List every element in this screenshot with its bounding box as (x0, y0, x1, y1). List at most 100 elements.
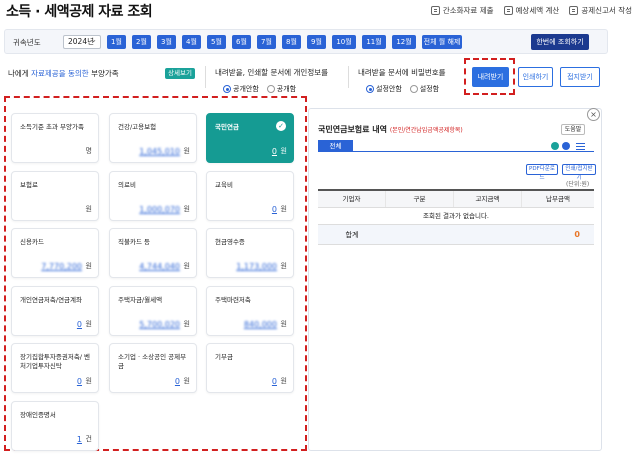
card-unit: 원 (85, 377, 92, 385)
link-simplified-submit[interactable]: 간소화자료 제출 (430, 5, 494, 16)
card-label: 기부금 (215, 353, 233, 361)
menu-icon[interactable] (576, 142, 585, 150)
month-button-8[interactable]: 8월 (282, 35, 301, 49)
link-deduction-form[interactable]: 공제신고서 작성 (569, 5, 632, 16)
card-value[interactable]: 840,000 (217, 320, 277, 329)
pager-dot-icon[interactable] (562, 142, 570, 150)
card-value[interactable]: 0 (217, 205, 277, 214)
link-tax-estimate[interactable]: 예상세액 계산 (503, 5, 559, 16)
category-card[interactable]: 의료비 1,000,070 원 (109, 170, 197, 221)
card-unit: 원 (183, 147, 190, 155)
divider (348, 66, 349, 88)
card-unit: 원 (183, 204, 190, 213)
print-button[interactable]: 인쇄하기 (518, 67, 553, 87)
year-label: 귀속년도 (13, 38, 41, 47)
card-unit: 원 (85, 204, 92, 213)
view-all-button[interactable]: 한번에 조회하기 (531, 34, 589, 50)
card-unit: 원 (183, 262, 190, 270)
year-bar: 귀속년도 2024년 1월 2월 3월 4월 5월 6월 7월 8월 9월 10… (4, 29, 608, 54)
help-button[interactable]: 도움말 (561, 124, 585, 135)
card-value[interactable]: 1,045,010 (120, 147, 180, 156)
month-button-2[interactable]: 2월 (132, 35, 151, 49)
month-button-1[interactable]: 1월 (107, 35, 126, 49)
card-label: 장기집합투자증권저축/ 벤처기업투자신탁 (20, 353, 91, 370)
card-value[interactable]: 0 (217, 147, 277, 156)
card-label: 보험료 (20, 180, 38, 189)
radio-unchecked-icon (266, 85, 275, 93)
panel-print-button[interactable]: 인쇄/접지받기 (562, 164, 596, 181)
month-button-4[interactable]: 4월 (182, 35, 201, 49)
category-card[interactable]: 주택마련저축 840,000 원 (206, 285, 294, 336)
category-card[interactable]: 현금영수증 1,173,000 원 (206, 228, 294, 278)
card-label: 소기업 · 소상공인 공제부금 (118, 353, 187, 370)
card-value[interactable]: 0 (120, 377, 180, 386)
card-label: 신용카드 (20, 238, 44, 246)
category-card[interactable]: 국민연금 0 원 ✓ (206, 113, 294, 163)
category-card[interactable]: 보험료원 (11, 170, 99, 221)
category-card[interactable]: 장애인증명서 1 건 (11, 400, 99, 451)
print-privacy-option: 내려받을, 인쇄할 문서에 개인정보를 공개안함 공개함 (215, 68, 329, 93)
category-card[interactable]: 장기집합투자증권저축/ 벤처기업투자신탁 0 원 (11, 343, 99, 393)
card-label: 장애인증명서 (20, 410, 56, 419)
panel-title: 국민연금보험료 내역 (본인/연간납입금액공제항목) (318, 125, 463, 134)
card-value[interactable]: 7,770,200 (22, 262, 82, 271)
total-label: 합계 (345, 231, 359, 239)
category-card[interactable]: 개인연금저축/연금계좌 0 원 (11, 285, 99, 336)
card-unit: 원 (183, 377, 190, 385)
radio-checked-icon (366, 85, 374, 93)
detail-panel (308, 108, 602, 451)
card-unit: 원 (280, 377, 287, 385)
card-value[interactable]: 1,000,070 (120, 205, 180, 214)
page-title: 소득 · 세액공제 자료 조회 (6, 4, 153, 20)
card-value[interactable]: 1 (22, 435, 82, 444)
category-card[interactable]: 교육비 0 원 (206, 170, 294, 221)
month-button-12[interactable]: 12월 (392, 35, 416, 49)
card-unit: 원 (85, 319, 92, 328)
download-button[interactable]: 내려받기 (472, 67, 509, 87)
radio-public[interactable]: 공개함 (266, 84, 296, 94)
month-button-5[interactable]: 5월 (207, 35, 226, 49)
category-card[interactable]: 소득기준 초과 부양가족 명 (11, 113, 99, 163)
tab-underline (318, 151, 594, 152)
card-value[interactable]: 0 (22, 377, 82, 386)
month-button-10[interactable]: 10월 (332, 35, 356, 49)
radio-private[interactable]: 공개안함 (223, 84, 259, 94)
category-card[interactable]: 주택자금/월세액 5,700,020 원 (109, 285, 197, 336)
card-value[interactable]: 0 (22, 320, 82, 329)
card-value[interactable]: 4,744,040 (120, 262, 180, 271)
card-unit: 명 (85, 147, 92, 155)
year-select[interactable]: 2024년 (63, 34, 101, 49)
column-header: 고지금액 (454, 191, 522, 207)
pdf-download-button[interactable]: PDF다운로드 (526, 164, 558, 181)
column-header: 납부금액 (546, 195, 570, 203)
card-value[interactable]: 0 (217, 377, 277, 386)
all-months-toggle[interactable]: 전체 월 해제 (422, 35, 462, 49)
month-button-3[interactable]: 3월 (157, 35, 176, 49)
category-card[interactable]: 직불카드 등 4,744,040 원 (109, 228, 197, 278)
category-card[interactable]: 기부금 0 원 (206, 343, 294, 393)
pager-dot-icon[interactable] (551, 142, 559, 150)
radio-no-password[interactable]: 설정안함 (366, 84, 402, 94)
detail-button[interactable]: 상세보기 (165, 68, 195, 79)
radio-unchecked-icon (409, 85, 418, 93)
month-button-11[interactable]: 11월 (362, 35, 386, 49)
card-unit: 원 (280, 262, 287, 270)
total-row: 합계 0 (318, 225, 594, 245)
category-card[interactable]: 신용카드 7,770,200 원 (11, 228, 99, 278)
close-icon[interactable]: × (587, 108, 600, 121)
table-header: 기업자 구분 고지금액 납부금액 (318, 191, 594, 208)
card-label: 직불카드 등 (118, 238, 150, 246)
month-button-9[interactable]: 9월 (307, 35, 326, 49)
card-value[interactable]: 5,700,020 (120, 320, 180, 329)
dependents-label: 나에게 자료제공을 동의한 부양가족 (8, 69, 119, 78)
card-value[interactable]: 1,173,000 (217, 262, 277, 271)
category-card[interactable]: 소기업 · 소상공인 공제부금 0 원 (109, 343, 197, 393)
month-button-7[interactable]: 7월 (257, 35, 276, 49)
month-button-6[interactable]: 6월 (232, 35, 251, 49)
close-view-button[interactable]: 접지받기 (560, 67, 600, 87)
category-card[interactable]: 건강/고용보험 1,045,010 원 (109, 113, 197, 163)
pension-table: 기업자 구분 고지금액 납부금액 조회된 결과가 없습니다. 합계 0 (318, 189, 594, 245)
radio-set-password[interactable]: 설정함 (409, 84, 439, 94)
card-label: 교육비 (215, 180, 233, 189)
edit-icon (569, 6, 579, 15)
